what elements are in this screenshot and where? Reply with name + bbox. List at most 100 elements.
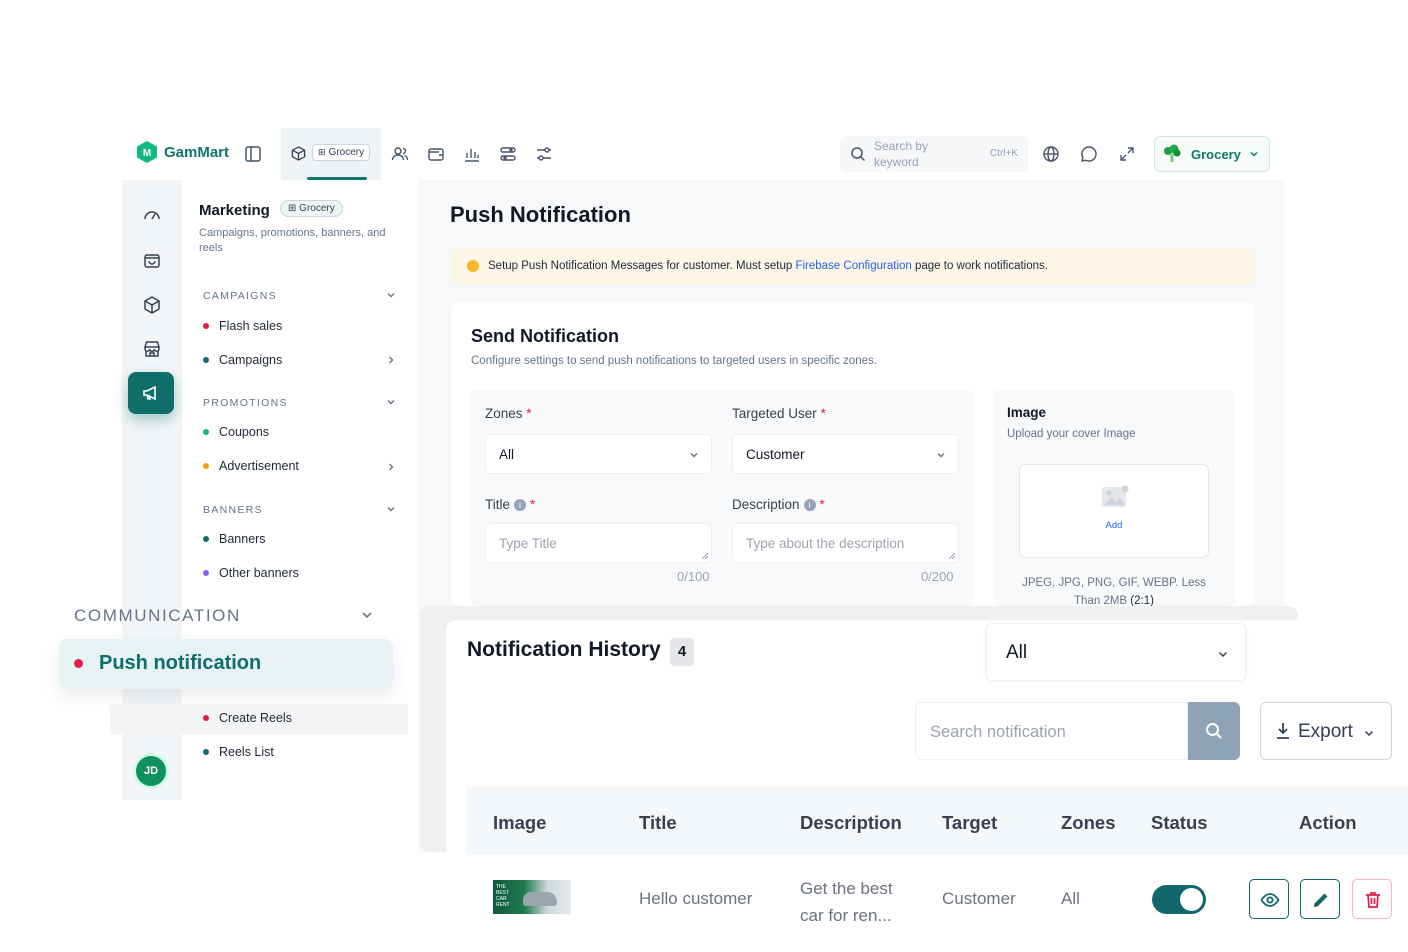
- notification-thumbnail: THE BEST CAR RENT: [493, 880, 571, 914]
- menu-item-other-banners[interactable]: Other banners: [203, 566, 299, 580]
- avatar[interactable]: JD: [136, 756, 166, 786]
- marketing-nav-active[interactable]: [128, 372, 174, 414]
- shopping-bag-icon[interactable]: [142, 250, 162, 270]
- history-title: Notification History: [467, 638, 661, 661]
- history-search-button[interactable]: [1188, 702, 1240, 760]
- firebase-notice: Setup Push Notification Messages for cus…: [451, 248, 1255, 284]
- section-campaigns[interactable]: CAMPAIGNS: [203, 290, 277, 302]
- megaphone-icon: [141, 383, 161, 403]
- chevron-right-icon[interactable]: [386, 355, 396, 365]
- row-description: Get the best car for ren...: [800, 879, 893, 925]
- chevron-down-icon[interactable]: [360, 608, 374, 622]
- menu-item-reels-list[interactable]: Reels List: [203, 745, 274, 759]
- menu-subtitle: Campaigns, promotions, banners, and reel…: [199, 227, 386, 254]
- view-button[interactable]: [1249, 879, 1289, 919]
- table-header: [466, 787, 1408, 855]
- globe-icon[interactable]: [1042, 145, 1060, 163]
- info-icon: i: [803, 499, 816, 512]
- section-promotions[interactable]: PROMOTIONS: [203, 397, 288, 409]
- svg-text:M: M: [143, 148, 151, 159]
- search-icon: [850, 146, 866, 162]
- filter-icon[interactable]: [535, 145, 553, 163]
- store-icon[interactable]: [142, 339, 162, 359]
- menu-item-banners[interactable]: Banners: [203, 532, 266, 546]
- grid-icon: ⊞: [288, 203, 297, 214]
- firebase-config-link[interactable]: Firebase Configuration: [795, 260, 911, 272]
- wallet-icon[interactable]: [427, 145, 445, 163]
- zones-select[interactable]: All: [485, 434, 712, 474]
- column-header-action: Action: [1299, 812, 1357, 833]
- resize-handle-icon[interactable]: [949, 553, 955, 559]
- menu-item-advertisement[interactable]: Advertisement: [203, 459, 299, 473]
- global-search[interactable]: Search by keyword Ctrl+K: [840, 136, 1028, 172]
- column-header-zones: Zones: [1061, 812, 1116, 833]
- status-dot: [203, 715, 209, 721]
- chevron-down-icon: [1363, 727, 1375, 739]
- status-dot: [203, 357, 209, 363]
- menu-item-create-reels[interactable]: Create Reels: [203, 711, 292, 725]
- title-input[interactable]: Type Title: [485, 523, 712, 563]
- description-input[interactable]: Type about the description: [732, 523, 959, 563]
- menu-title: Marketing: [199, 202, 270, 219]
- chart-icon[interactable]: [463, 145, 481, 163]
- column-header-target: Target: [942, 812, 998, 833]
- export-button[interactable]: Export: [1260, 702, 1392, 760]
- column-header-description: Description: [800, 812, 902, 833]
- download-icon: [1275, 722, 1291, 740]
- row-target: Customer: [942, 889, 1016, 908]
- card-subtitle: Configure settings to send push notifica…: [471, 355, 877, 367]
- row-zones: All: [1061, 889, 1080, 908]
- info-icon: i: [514, 499, 527, 512]
- description-char-count: 0/200: [921, 569, 954, 584]
- chevron-down-icon: [1250, 151, 1258, 157]
- store-label: Grocery: [1191, 146, 1241, 162]
- chevron-right-icon[interactable]: [386, 462, 396, 472]
- status-toggle[interactable]: [1152, 885, 1206, 914]
- image-placeholder-icon: [1101, 485, 1129, 509]
- row-title: Hello customer: [639, 889, 753, 908]
- chevron-down-icon: [1217, 648, 1229, 660]
- history-filter-select[interactable]: All: [986, 623, 1246, 681]
- search-icon: [1205, 722, 1223, 740]
- status-dot: [203, 536, 209, 542]
- section-banners[interactable]: BANNERS: [203, 504, 263, 516]
- resize-handle-icon[interactable]: [702, 553, 708, 559]
- dashboard-icon[interactable]: [142, 205, 162, 225]
- sidebar-toggle-icon[interactable]: [244, 145, 262, 163]
- history-count-badge: 4: [670, 638, 694, 666]
- status-dot: [74, 659, 83, 668]
- targeted-user-select[interactable]: Customer: [732, 434, 959, 474]
- column-header-title: Title: [639, 812, 677, 833]
- section-communication[interactable]: COMMUNICATION: [74, 606, 241, 626]
- chevron-down-icon[interactable]: [385, 503, 397, 515]
- status-dot: [203, 570, 209, 576]
- chevron-down-icon: [936, 450, 946, 460]
- chevron-down-icon[interactable]: [385, 289, 397, 301]
- history-search-input[interactable]: Search notification: [915, 702, 1188, 760]
- menu-item-campaigns[interactable]: Campaigns: [203, 353, 282, 367]
- menu-item-flash-sales[interactable]: Flash sales: [203, 319, 282, 333]
- status-dot: [203, 749, 209, 755]
- delete-button[interactable]: [1352, 879, 1392, 919]
- broccoli-icon: [1164, 144, 1181, 162]
- image-dropzone[interactable]: Add: [1019, 464, 1209, 558]
- store-selector[interactable]: Grocery: [1154, 136, 1270, 172]
- settings-sliders-icon[interactable]: [499, 145, 517, 163]
- warning-icon: [467, 260, 479, 272]
- users-icon[interactable]: [391, 145, 409, 163]
- app-logo[interactable]: M GamMart: [136, 140, 229, 164]
- app-name: GamMart: [164, 143, 230, 161]
- chevron-down-icon[interactable]: [385, 396, 397, 408]
- search-placeholder: Search by keyword: [874, 139, 929, 169]
- module-tab-active[interactable]: ⊞ Grocery: [281, 128, 381, 180]
- chat-icon[interactable]: [1080, 145, 1098, 163]
- menu-item-push-notification[interactable]: Push notification: [59, 639, 393, 689]
- top-bar: M GamMart ⊞ Grocery Search by keyword Ctr…: [122, 128, 1284, 180]
- package-icon[interactable]: [142, 295, 162, 315]
- thumbnail-text: THE BEST CAR RENT: [496, 884, 510, 908]
- fullscreen-icon[interactable]: [1118, 145, 1136, 163]
- menu-item-coupons[interactable]: Coupons: [203, 425, 269, 439]
- grid-icon: ⊞: [318, 147, 326, 157]
- column-header-status: Status: [1151, 812, 1208, 833]
- edit-button[interactable]: [1300, 879, 1340, 919]
